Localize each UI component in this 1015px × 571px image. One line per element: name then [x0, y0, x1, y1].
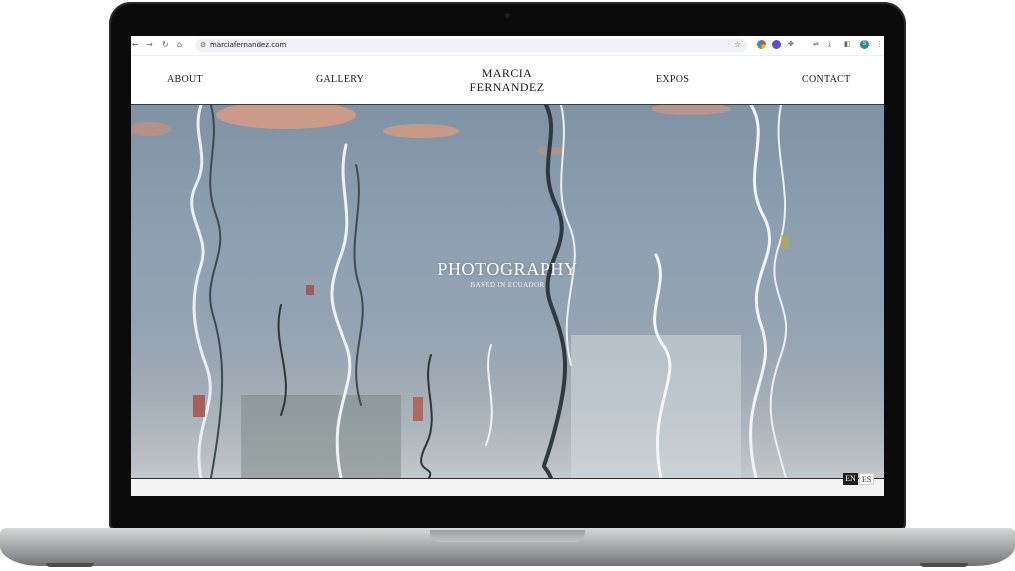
webcam	[505, 13, 510, 18]
home-icon[interactable]: ⌂	[177, 40, 182, 50]
screen: ← → ↻ ⌂ ⚙ marciafernandez.com ☆ ✤ ⇌ ⤓ ◧ …	[131, 36, 884, 496]
hero-subtitle: BASED IN ECUADOR	[470, 281, 545, 289]
extensions-icon[interactable]: ✤	[788, 40, 794, 49]
profile-avatar[interactable]: S	[860, 40, 869, 49]
nav-contact[interactable]: CONTACT	[802, 74, 851, 85]
hero-banner: PHOTOGRAPHY BASED IN ECUADOR	[131, 105, 884, 478]
nav-gallery[interactable]: GALLERY	[316, 74, 364, 85]
site-logo[interactable]: MARCIA FERNANDEZ	[461, 66, 553, 94]
reload-icon[interactable]: ↻	[162, 40, 169, 50]
extension-icon[interactable]	[772, 40, 781, 49]
browser-toolbar: ← → ↻ ⌂ ⚙ marciafernandez.com ☆ ✤ ⇌ ⤓ ◧ …	[131, 36, 884, 56]
laptop-foot	[920, 563, 968, 567]
logo-line-1: MARCIA	[481, 66, 533, 80]
cast-icon[interactable]: ⇌	[813, 40, 819, 49]
language-en-button[interactable]: EN	[843, 473, 858, 485]
forward-icon[interactable]: →	[146, 40, 153, 50]
nav-expos[interactable]: EXPOS	[656, 74, 689, 85]
hero-photo-water-reflections	[131, 105, 884, 478]
nav-about[interactable]: ABOUT	[167, 74, 203, 85]
site-settings-icon[interactable]: ⚙	[200, 41, 206, 49]
hero-title: PHOTOGRAPHY	[437, 259, 578, 279]
bookmark-star-icon[interactable]: ☆	[734, 40, 741, 49]
laptop-foot	[46, 563, 94, 567]
url-text: marciafernandez.com	[210, 41, 287, 49]
laptop-notch	[430, 530, 585, 542]
language-es-button[interactable]: ES	[859, 473, 874, 485]
address-bar[interactable]: ⚙ marciafernandez.com ☆	[195, 39, 747, 52]
page-footer-strip	[131, 478, 884, 496]
logo-line-2: FERNANDEZ	[469, 80, 545, 94]
back-icon[interactable]: ←	[132, 40, 139, 50]
screen-bezel	[112, 496, 903, 518]
side-panel-icon[interactable]: ◧	[844, 40, 851, 49]
extension-icon[interactable]	[757, 40, 766, 49]
menu-icon[interactable]: ⋮	[876, 40, 883, 49]
site-header: ABOUT GALLERY MARCIA FERNANDEZ EXPOS CON…	[131, 56, 884, 105]
download-icon[interactable]: ⤓	[828, 40, 831, 49]
